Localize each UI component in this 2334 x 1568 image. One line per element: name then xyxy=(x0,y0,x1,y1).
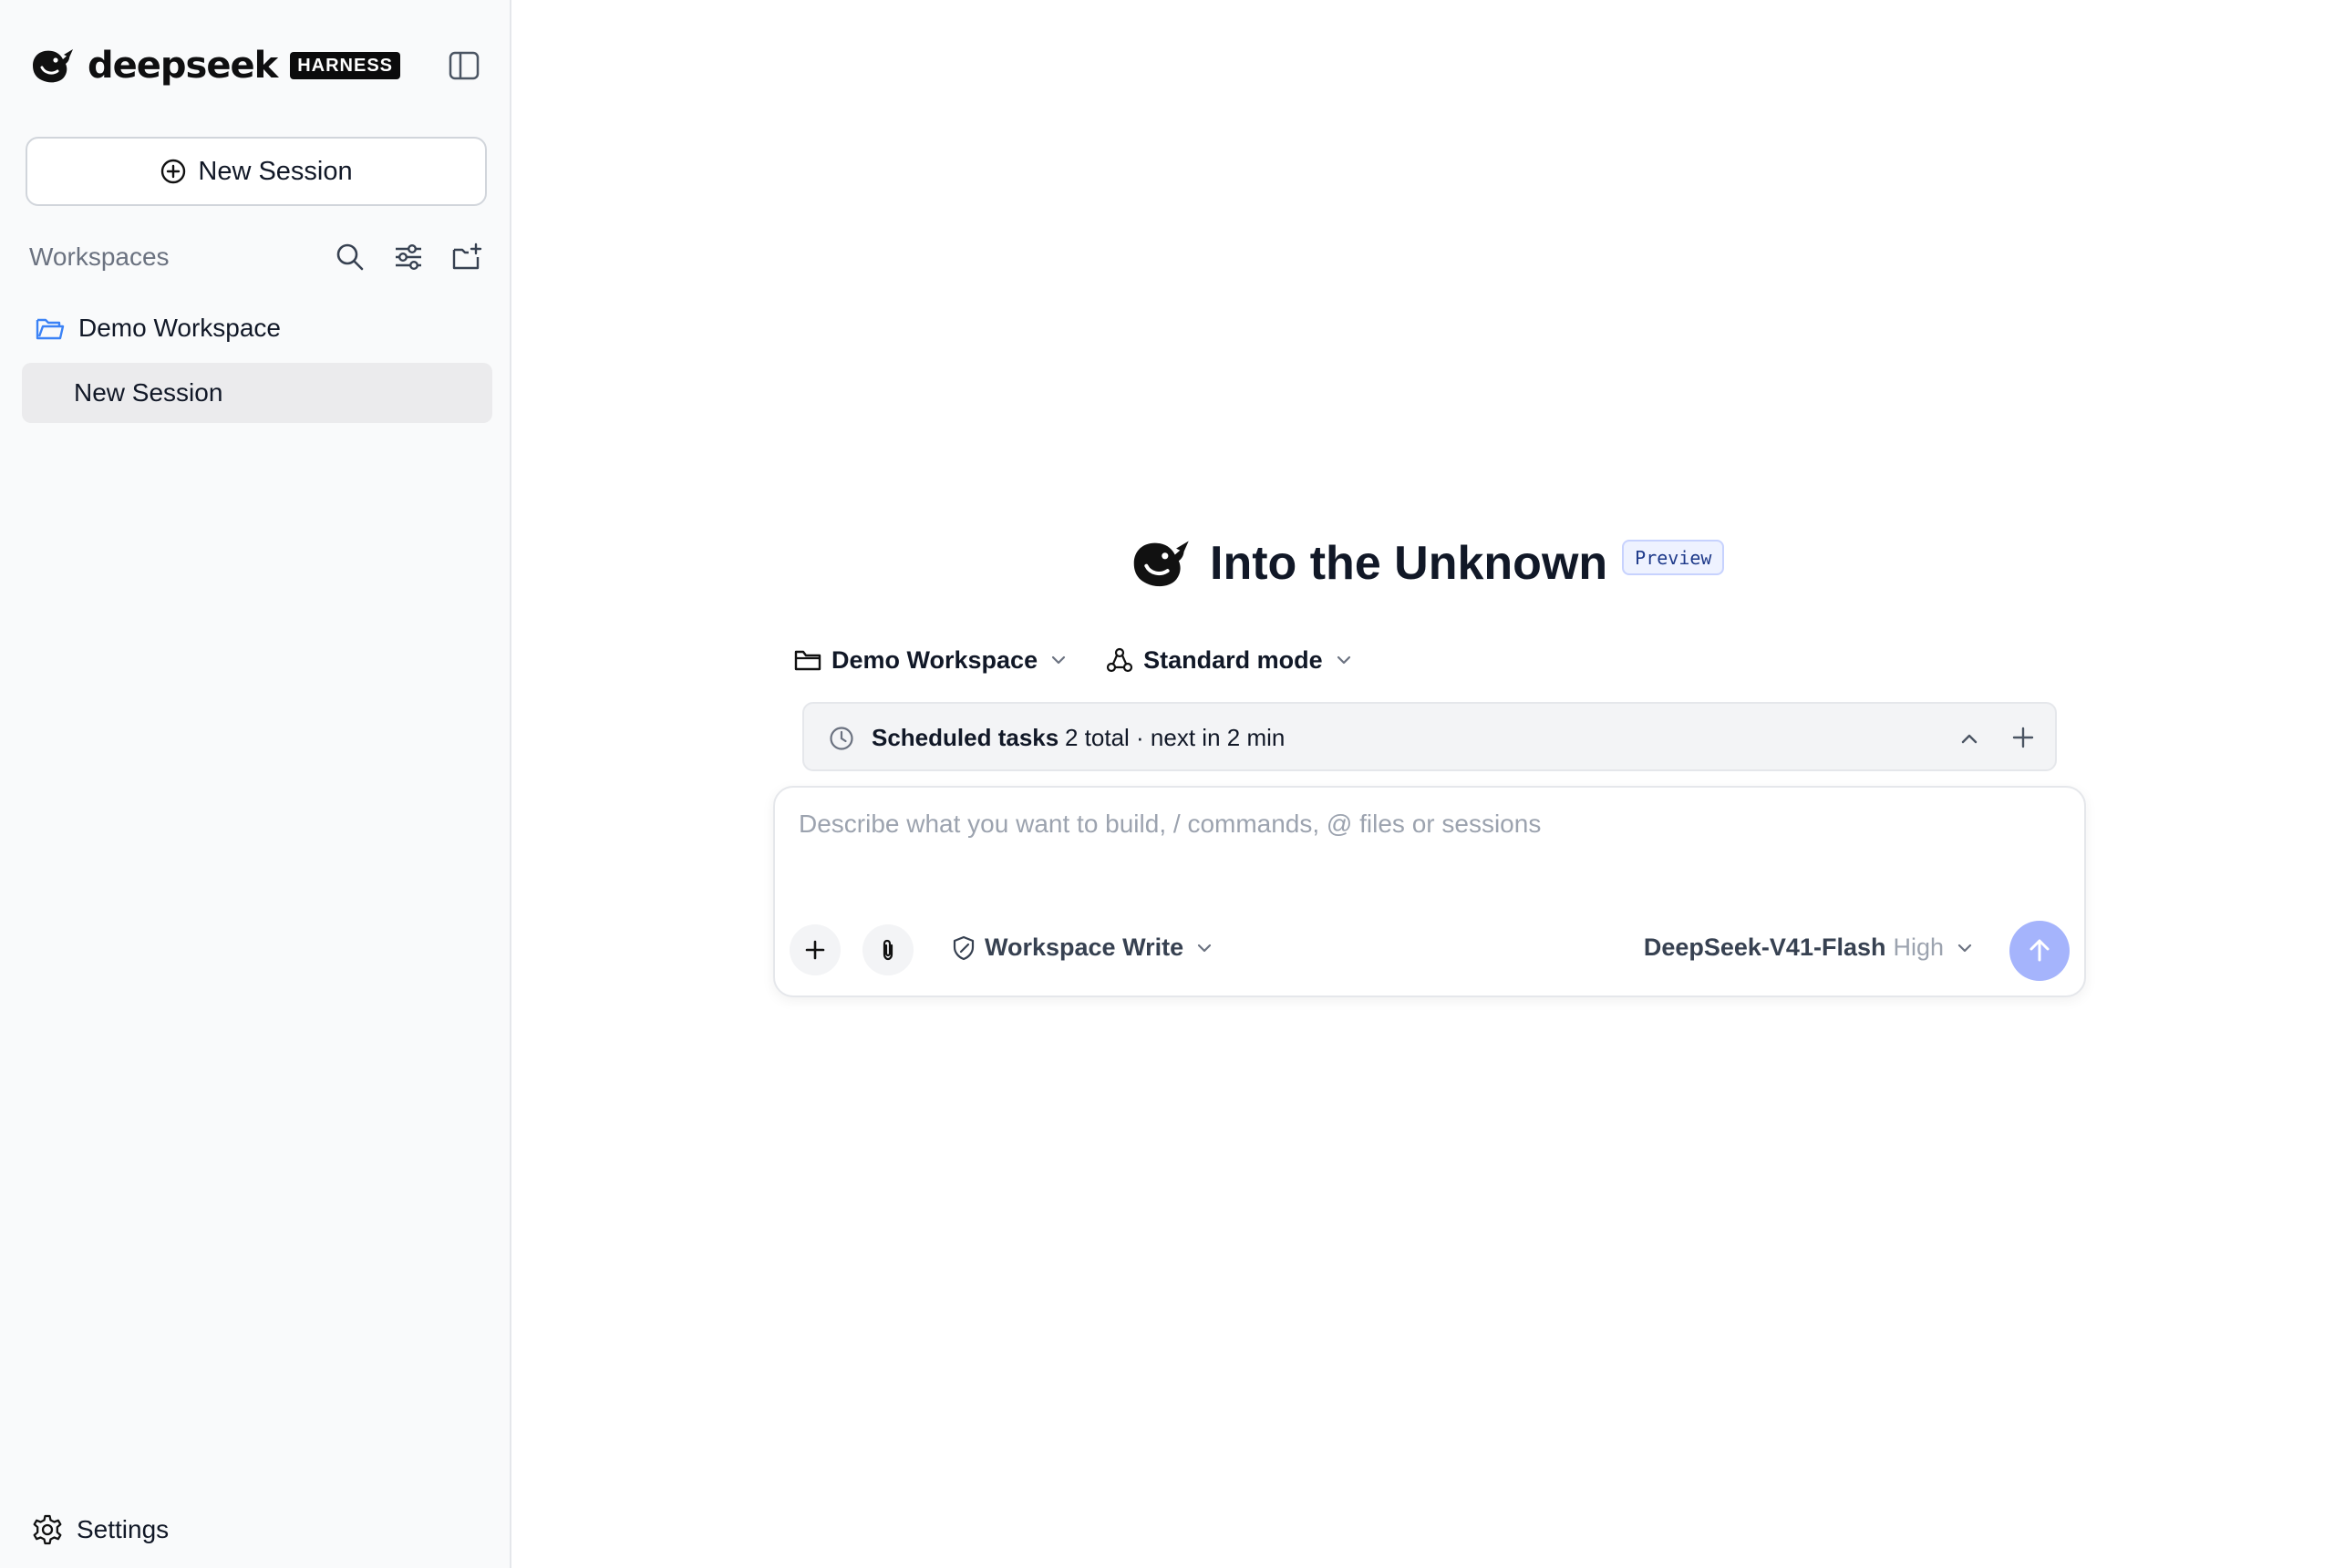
search-icon[interactable] xyxy=(334,241,367,273)
mode-selector-label: Standard mode xyxy=(1143,645,1323,674)
prompt-input[interactable] xyxy=(799,810,2057,882)
scheduled-tasks-bar[interactable]: Scheduled tasks 2 total · next in 2 min xyxy=(802,702,2057,771)
permission-label: Workspace Write xyxy=(985,934,1184,961)
workspace-item-label: Demo Workspace xyxy=(78,314,282,342)
arrow-up-icon xyxy=(2029,939,2050,962)
brand-badge: HARNESS xyxy=(290,52,400,79)
new-session-button[interactable]: New Session xyxy=(26,137,487,206)
attach-button[interactable] xyxy=(862,924,914,975)
folder-icon xyxy=(794,650,821,671)
clock-icon xyxy=(830,727,853,750)
filter-sliders-icon[interactable] xyxy=(392,241,425,273)
model-effort: High xyxy=(1893,934,1944,961)
workspace-selector[interactable]: Demo Workspace xyxy=(793,646,1069,675)
mode-selector[interactable]: Standard mode xyxy=(1105,646,1354,675)
app-window: deepseek HARNESS New Session Workspaces xyxy=(0,0,2334,1568)
chevron-down-icon xyxy=(1197,944,1212,952)
workspaces-label: Workspaces xyxy=(29,242,170,271)
add-scheduled-task-icon[interactable] xyxy=(2008,722,2039,753)
settings-label: Settings xyxy=(77,1515,170,1543)
settings-button[interactable]: Settings xyxy=(31,1511,169,1548)
brand-name: deepseek xyxy=(88,45,278,87)
chevron-down-icon xyxy=(1337,655,1350,665)
deepseek-whale-icon xyxy=(1133,541,1189,587)
plus-icon xyxy=(805,940,825,960)
workspaces-header: Workspaces xyxy=(29,239,492,275)
sidebar-toggle-icon[interactable] xyxy=(449,51,480,80)
permission-selector[interactable]: Workspace Write xyxy=(950,934,1214,962)
hero: Into the Unknown Preview xyxy=(1126,531,1725,596)
selector-bar: Demo Workspace Standard mode xyxy=(793,642,1354,678)
preview-badge: Preview xyxy=(1622,539,1725,575)
plus-circle-icon xyxy=(161,159,186,184)
new-folder-icon[interactable] xyxy=(450,241,483,273)
mode-nodes-icon xyxy=(1106,647,1133,673)
workspace-selector-label: Demo Workspace xyxy=(831,645,1038,674)
chevron-down-icon xyxy=(1051,655,1066,665)
shield-edit-icon xyxy=(953,935,975,960)
sidebar: deepseek HARNESS New Session Workspaces xyxy=(0,0,511,1568)
chevron-up-icon[interactable] xyxy=(1955,724,1984,753)
folder-open-icon xyxy=(36,318,65,340)
page-title: Into the Unknown xyxy=(1210,537,1608,590)
gear-icon xyxy=(33,1514,62,1545)
add-button[interactable] xyxy=(790,924,841,975)
scheduled-tasks-meta: 2 total · next in 2 min xyxy=(1065,724,1286,751)
paperclip-icon xyxy=(883,939,893,961)
chevron-down-icon xyxy=(1957,944,1972,952)
deepseek-whale-icon xyxy=(33,49,73,83)
new-session-label: New Session xyxy=(198,156,353,186)
model-selector[interactable]: DeepSeek-V41-Flash High xyxy=(1644,934,1975,962)
brand: deepseek HARNESS xyxy=(27,45,400,87)
composer: Workspace Write DeepSeek-V41-Flash High xyxy=(773,786,2086,997)
workspace-item-demo[interactable]: Demo Workspace xyxy=(35,310,281,346)
scheduled-tasks-title: Scheduled tasks xyxy=(872,724,1059,751)
session-item-label: New Session xyxy=(74,378,223,407)
model-name: DeepSeek-V41-Flash xyxy=(1643,934,1886,961)
send-button[interactable] xyxy=(2009,921,2070,981)
session-item-new-session[interactable]: New Session xyxy=(22,363,492,423)
